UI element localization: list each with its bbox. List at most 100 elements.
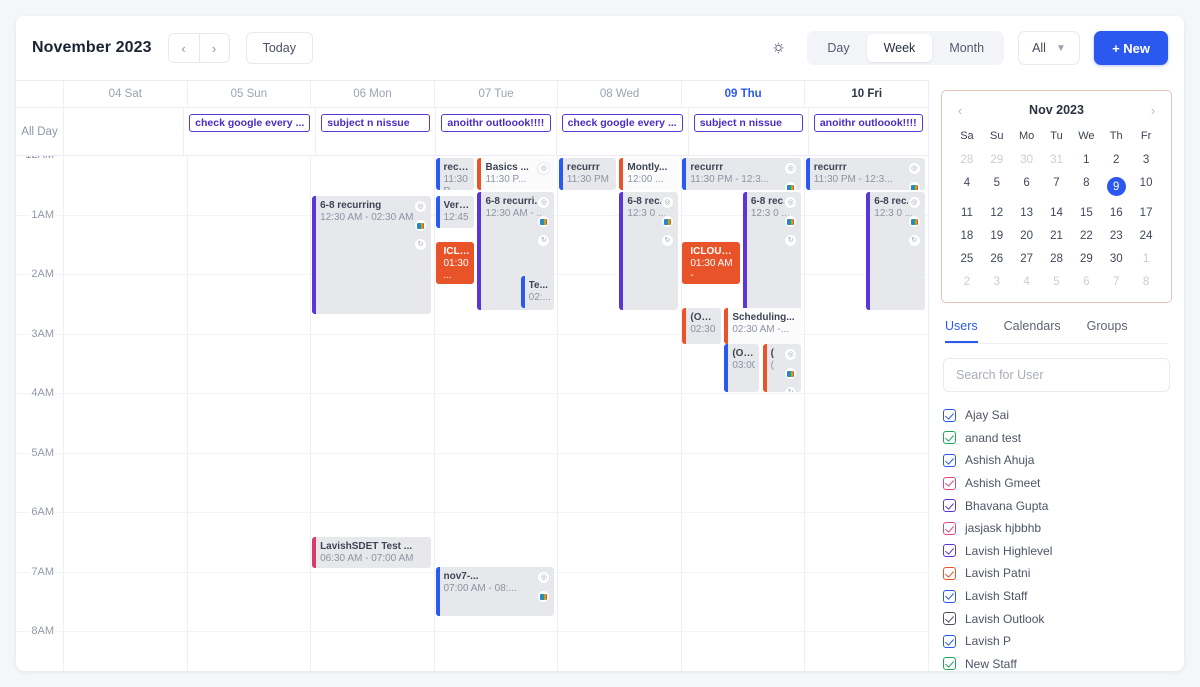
time-slot-cell[interactable] xyxy=(805,632,928,671)
time-slot-cell[interactable] xyxy=(681,453,806,513)
mini-calendar-day[interactable]: 30 xyxy=(1012,150,1042,170)
time-slot-cell[interactable] xyxy=(64,632,188,671)
mini-calendar-day[interactable]: 6 xyxy=(1071,272,1101,292)
time-slot-cell[interactable] xyxy=(187,513,312,573)
time-slot-cell[interactable] xyxy=(805,513,928,573)
mini-calendar-day-selected[interactable]: 9 xyxy=(1101,173,1131,200)
calendar-event[interactable]: Montly... 12:00 ... xyxy=(619,158,678,190)
calendar-event[interactable]: Scheduling... 02:30 AM -... xyxy=(724,308,802,344)
all-day-cell[interactable] xyxy=(64,108,185,155)
tab-groups[interactable]: Groups xyxy=(1087,319,1128,343)
mini-calendar-day[interactable]: 11 xyxy=(952,203,982,223)
mini-calendar-day[interactable]: 4 xyxy=(952,173,982,200)
calendar-event[interactable]: (Optio 02:30 xyxy=(682,308,722,344)
time-slot-cell[interactable] xyxy=(558,513,682,573)
mini-calendar-day[interactable]: 21 xyxy=(1042,226,1072,246)
all-day-event[interactable]: anoithr outloook!!!! xyxy=(441,114,551,132)
time-slot-cell[interactable] xyxy=(805,573,928,632)
time-slot-cell[interactable] xyxy=(434,394,559,454)
mini-calendar-day[interactable]: 25 xyxy=(952,249,982,269)
time-slot-cell[interactable] xyxy=(558,632,682,671)
mini-calendar-day[interactable]: 18 xyxy=(952,226,982,246)
time-slot-cell[interactable] xyxy=(64,215,188,275)
search-input[interactable] xyxy=(943,358,1170,392)
time-slot-cell[interactable] xyxy=(64,394,188,454)
gear-icon[interactable]: ◎ xyxy=(537,162,551,175)
mini-calendar-day[interactable]: 12 xyxy=(982,203,1012,223)
time-slot-cell[interactable] xyxy=(187,215,312,275)
gear-icon[interactable]: ◎ xyxy=(784,196,798,209)
lightbulb-icon[interactable] xyxy=(765,35,791,61)
mini-calendar-day[interactable]: 23 xyxy=(1101,226,1131,246)
recurring-icon[interactable]: ↻ xyxy=(660,234,674,247)
mini-next-button[interactable]: › xyxy=(1145,103,1161,118)
google-meet-icon[interactable] xyxy=(784,215,798,228)
mini-calendar-day[interactable]: 7 xyxy=(1042,173,1072,200)
user-list-item[interactable]: New Staff xyxy=(943,653,1170,671)
calendar-event[interactable]: 6-8 recurring 12:30 AM - 02:30 AM ◎ ↻ xyxy=(312,196,432,314)
time-slot-cell[interactable] xyxy=(434,513,559,573)
all-day-event[interactable]: check google every ... xyxy=(189,114,311,132)
day-header-cell[interactable]: 05 Sun xyxy=(188,81,312,107)
day-header-cell[interactable]: 10 Fri xyxy=(805,81,928,107)
mini-calendar-day[interactable]: 24 xyxy=(1131,226,1161,246)
gear-icon[interactable]: ◎ xyxy=(907,162,921,175)
time-slot-cell[interactable] xyxy=(311,334,435,394)
time-slot-cell[interactable] xyxy=(681,513,806,573)
mini-calendar-day[interactable]: 14 xyxy=(1042,203,1072,223)
time-slot-cell[interactable] xyxy=(311,572,435,632)
user-checkbox[interactable] xyxy=(943,521,956,535)
all-day-cell[interactable]: check google every ... xyxy=(184,108,317,155)
calendar-event[interactable]: ((◎ ↻ xyxy=(762,344,802,392)
user-list-item[interactable]: Ajay Sai xyxy=(943,404,1170,427)
gear-icon[interactable]: ◎ xyxy=(784,162,798,175)
day-header-cell[interactable]: 08 Wed xyxy=(558,81,682,107)
mini-calendar-day[interactable]: 16 xyxy=(1101,203,1131,223)
time-slot-cell[interactable] xyxy=(187,156,312,216)
user-checkbox[interactable] xyxy=(943,612,956,626)
google-meet-icon[interactable] xyxy=(784,181,798,190)
tab-users[interactable]: Users xyxy=(945,319,978,343)
time-slot-cell[interactable] xyxy=(188,632,312,671)
time-slot-cell[interactable] xyxy=(558,334,682,394)
gear-icon[interactable]: ◎ xyxy=(414,200,428,213)
mini-calendar-day[interactable]: 30 xyxy=(1101,249,1131,269)
mini-calendar-day[interactable]: 8 xyxy=(1131,272,1161,292)
mini-calendar-day[interactable]: 28 xyxy=(952,150,982,170)
time-slot-cell[interactable] xyxy=(64,334,188,394)
view-month-button[interactable]: Month xyxy=(932,34,1001,62)
google-meet-icon[interactable] xyxy=(784,367,798,380)
gear-icon[interactable]: ◎ xyxy=(907,196,921,209)
user-list-item[interactable]: Ashish Ahuja xyxy=(943,449,1170,472)
mini-calendar-day[interactable]: 22 xyxy=(1071,226,1101,246)
time-slot-cell[interactable] xyxy=(64,156,188,216)
mini-calendar-day[interactable]: 4 xyxy=(1012,272,1042,292)
mini-calendar-day[interactable]: 29 xyxy=(1071,249,1101,269)
mini-calendar-day[interactable]: 13 xyxy=(1012,203,1042,223)
user-checkbox[interactable] xyxy=(943,476,956,490)
day-header-cell[interactable]: 04 Sat xyxy=(64,81,188,107)
mini-calendar-day[interactable]: 29 xyxy=(982,150,1012,170)
gear-icon[interactable]: ◎ xyxy=(784,348,798,361)
time-slot-cell[interactable] xyxy=(311,453,435,513)
user-list-item[interactable]: Lavish Staff xyxy=(943,585,1170,608)
all-day-event[interactable]: subject n nissue xyxy=(321,114,431,132)
google-meet-icon[interactable] xyxy=(537,215,551,228)
time-slot-cell[interactable] xyxy=(187,275,312,335)
time-slot-cell[interactable] xyxy=(681,572,806,632)
user-checkbox[interactable] xyxy=(943,431,956,445)
mini-calendar-day[interactable]: 28 xyxy=(1042,249,1072,269)
calendar-event[interactable]: recurrr 11:30 PM - 12:3... ◎ xyxy=(805,158,925,190)
user-checkbox[interactable] xyxy=(943,499,956,513)
time-slot-cell[interactable] xyxy=(435,632,559,671)
day-header-cell[interactable]: 07 Tue xyxy=(435,81,559,107)
calendar-event[interactable]: 6-8 rec... 12:3 0 ... ◎ ↻ xyxy=(619,192,678,310)
mini-calendar-day[interactable]: 6 xyxy=(1012,173,1042,200)
calendar-event[interactable]: nov7-... 07:00 AM - 08:... ◎ xyxy=(435,567,555,616)
recurring-icon[interactable]: ↻ xyxy=(537,234,551,247)
calendar-event[interactable]: 6-8 rec... 12:3 0 ... ◎ ↻ xyxy=(866,192,925,310)
time-slot-cell[interactable] xyxy=(311,394,435,454)
user-checkbox[interactable] xyxy=(943,566,956,580)
user-list-item[interactable]: anand test xyxy=(943,427,1170,450)
all-day-cell[interactable]: anoithr outloook!!!! xyxy=(809,108,928,155)
